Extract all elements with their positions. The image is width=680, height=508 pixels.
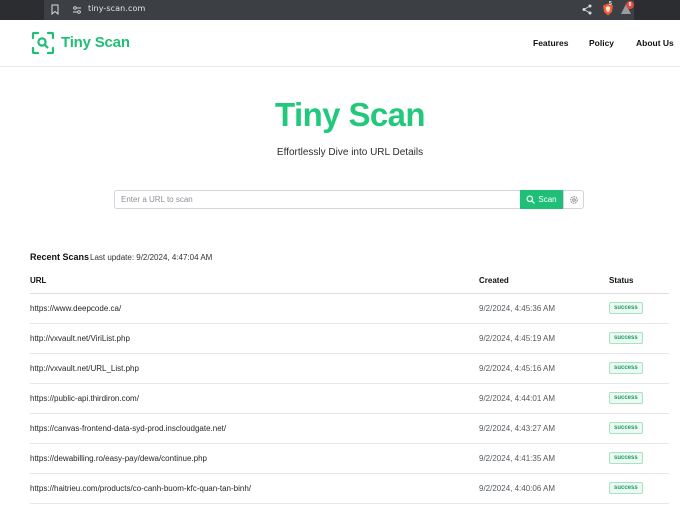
row-url[interactable]: https://public-api.thirdiron.com/ [30, 394, 139, 403]
row-created: 9/2/2024, 4:40:06 AM [479, 484, 556, 493]
row-created: 9/2/2024, 4:45:16 AM [479, 364, 556, 373]
bookmark-icon[interactable] [51, 4, 59, 15]
logo-text[interactable]: Tiny Scan [61, 34, 130, 51]
nav-features[interactable]: Features [533, 38, 568, 48]
nav-policy[interactable]: Policy [589, 38, 614, 48]
row-created: 9/2/2024, 4:45:36 AM [479, 304, 556, 313]
scan-button-label: Scan [538, 195, 557, 204]
row-created: 9/2/2024, 4:41:35 AM [479, 454, 556, 463]
search-icon [526, 195, 536, 204]
row-created: 9/2/2024, 4:45:19 AM [479, 334, 556, 343]
row-url[interactable]: https://haitrieu.com/products/co-canh-bu… [30, 484, 251, 493]
rewards-badge: 8 [626, 1, 634, 9]
table-row[interactable]: https://public-api.thirdiron.com/ 9/2/20… [30, 384, 669, 414]
address-bar-url[interactable]: tiny-scan.com [88, 4, 145, 13]
status-badge: success [609, 362, 643, 374]
browser-toolbar: tiny-scan.com 5 8 [0, 0, 680, 20]
gear-icon [569, 195, 578, 204]
share-icon[interactable] [582, 4, 592, 15]
row-url[interactable]: http://vxvault.net/URL_List.php [30, 364, 139, 373]
scan-settings-button[interactable] [563, 190, 584, 209]
status-badge: success [609, 302, 643, 314]
toolbar-right-area [634, 0, 680, 20]
row-url[interactable]: https://www.deepcode.ca/ [30, 304, 121, 313]
scan-frame-search-icon[interactable] [31, 31, 55, 55]
brave-shield-icon[interactable] [602, 3, 614, 16]
status-badge: success [609, 332, 643, 344]
site-settings-icon[interactable] [72, 5, 82, 15]
status-badge: success [609, 392, 643, 404]
row-url[interactable]: https://dewabilling.ro/easy-pay/dewa/con… [30, 454, 207, 463]
table-row[interactable]: https://haitrieu.com/products/co-canh-bu… [30, 474, 669, 504]
row-created: 9/2/2024, 4:44:01 AM [479, 394, 556, 403]
table-row[interactable]: http://vxvault.net/ViriList.php 9/2/2024… [30, 324, 669, 354]
table-row[interactable]: http://vxvault.net/URL_List.php 9/2/2024… [30, 354, 669, 384]
url-search-input[interactable] [114, 190, 521, 209]
scan-button[interactable]: Scan [520, 190, 563, 209]
recent-scans-title: Recent Scans [30, 252, 90, 262]
hero-title: Tiny Scan [275, 96, 425, 133]
row-created: 9/2/2024, 4:43:27 AM [479, 424, 556, 433]
row-url[interactable]: https://canvas-frontend-data-syd-prod.in… [30, 424, 226, 433]
status-badge: success [609, 452, 643, 464]
brave-shield-count: 5 [609, 1, 612, 7]
column-header-status: Status [609, 276, 634, 285]
table-row[interactable]: https://canvas-frontend-data-syd-prod.in… [30, 414, 669, 444]
last-update-timestamp: Last update: 9/2/2024, 4:47:04 AM [90, 253, 213, 262]
status-badge: success [609, 482, 643, 494]
table-row[interactable]: https://www.deepcode.ca/ 9/2/2024, 4:45:… [30, 294, 669, 324]
table-row[interactable]: https://dewabilling.ro/easy-pay/dewa/con… [30, 444, 669, 474]
column-header-created: Created [479, 276, 509, 285]
status-badge: success [609, 422, 643, 434]
site-header: Tiny Scan Features Policy About Us [0, 20, 680, 67]
nav-about-us[interactable]: About Us [636, 38, 674, 48]
hero-subtitle: Effortlessly Dive into URL Details [276, 147, 424, 158]
toolbar-left-area [0, 0, 44, 20]
column-header-url: URL [30, 276, 47, 285]
row-url[interactable]: http://vxvault.net/ViriList.php [30, 334, 130, 343]
